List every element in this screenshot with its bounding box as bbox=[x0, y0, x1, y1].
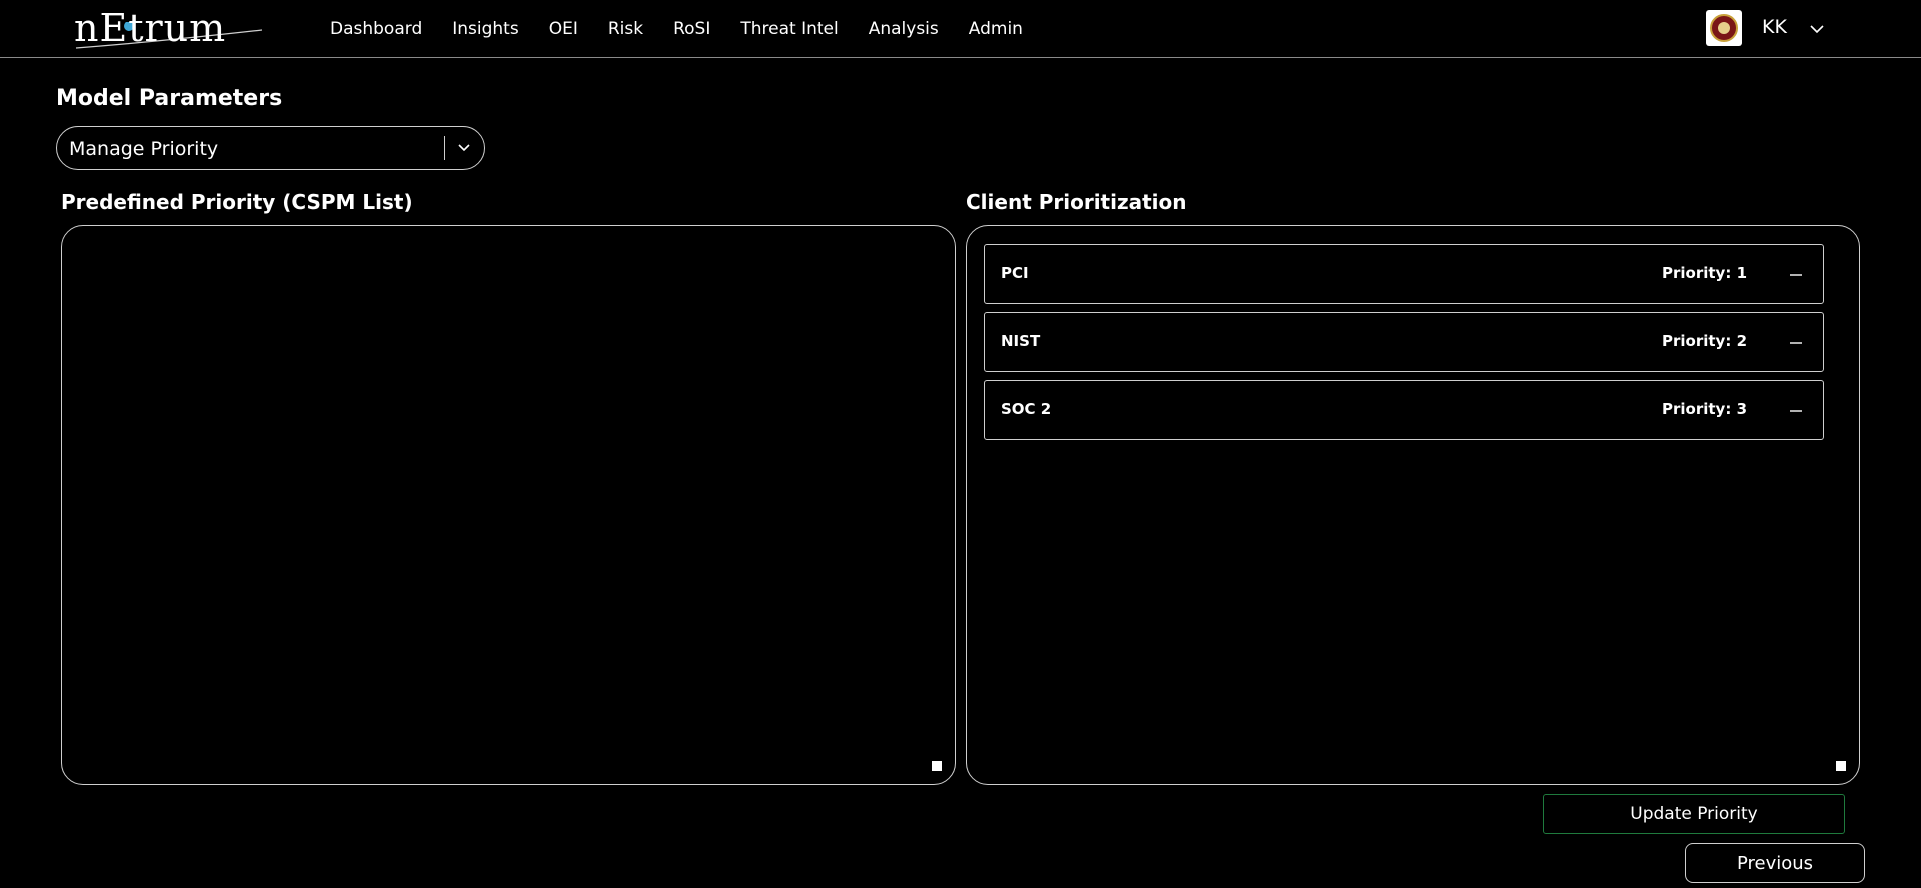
client-prioritization-title: Client Prioritization bbox=[966, 190, 1187, 214]
main-nav: Dashboard Insights OEI Risk RoSI Threat … bbox=[330, 0, 1053, 58]
item-name: SOC 2 bbox=[1001, 400, 1052, 418]
nav-item-oei[interactable]: OEI bbox=[549, 19, 578, 39]
nav-item-threat-intel[interactable]: Threat Intel bbox=[740, 19, 838, 39]
nav-item-admin[interactable]: Admin bbox=[969, 19, 1023, 39]
item-priority: Priority: 1 bbox=[1662, 264, 1747, 282]
top-navigation-bar: nEtrum Dashboard Insights OEI Risk RoSI … bbox=[0, 0, 1921, 58]
item-priority: Priority: 3 bbox=[1662, 400, 1747, 418]
user-initials[interactable]: KK bbox=[1762, 16, 1787, 38]
list-item[interactable]: SOC 2 Priority: 3 bbox=[984, 380, 1824, 440]
resize-handle[interactable] bbox=[932, 761, 942, 771]
client-prioritization-list[interactable]: PCI Priority: 1 NIST Priority: 2 SOC 2 P… bbox=[966, 225, 1860, 785]
select-value: Manage Priority bbox=[69, 138, 219, 160]
previous-button[interactable]: Previous bbox=[1685, 843, 1865, 883]
minus-icon[interactable] bbox=[1787, 265, 1805, 283]
model-parameter-select[interactable]: Manage Priority bbox=[56, 126, 485, 170]
select-divider bbox=[444, 136, 445, 160]
item-name: PCI bbox=[1001, 264, 1029, 282]
update-priority-button[interactable]: Update Priority bbox=[1543, 794, 1845, 834]
predefined-priority-title: Predefined Priority (CSPM List) bbox=[61, 190, 413, 214]
chevron-down-icon[interactable] bbox=[456, 140, 472, 156]
predefined-priority-list[interactable] bbox=[61, 225, 956, 785]
list-item[interactable]: PCI Priority: 1 bbox=[984, 244, 1824, 304]
list-item[interactable]: NIST Priority: 2 bbox=[984, 312, 1824, 372]
page-title: Model Parameters bbox=[56, 86, 283, 111]
user-avatar[interactable] bbox=[1706, 10, 1742, 46]
item-priority: Priority: 2 bbox=[1662, 332, 1747, 350]
chevron-down-icon[interactable] bbox=[1808, 20, 1826, 38]
nav-item-analysis[interactable]: Analysis bbox=[869, 19, 939, 39]
nav-item-risk[interactable]: Risk bbox=[608, 19, 643, 39]
emblem-icon bbox=[1710, 14, 1738, 42]
minus-icon[interactable] bbox=[1787, 333, 1805, 351]
item-name: NIST bbox=[1001, 332, 1041, 350]
nav-item-insights[interactable]: Insights bbox=[452, 19, 518, 39]
nav-item-dashboard[interactable]: Dashboard bbox=[330, 19, 422, 39]
netrum-logo[interactable]: nEtrum bbox=[74, 4, 264, 54]
resize-handle[interactable] bbox=[1836, 761, 1846, 771]
minus-icon[interactable] bbox=[1787, 401, 1805, 419]
logo-text: nEtrum bbox=[74, 6, 227, 50]
nav-item-rosi[interactable]: RoSI bbox=[673, 19, 710, 39]
